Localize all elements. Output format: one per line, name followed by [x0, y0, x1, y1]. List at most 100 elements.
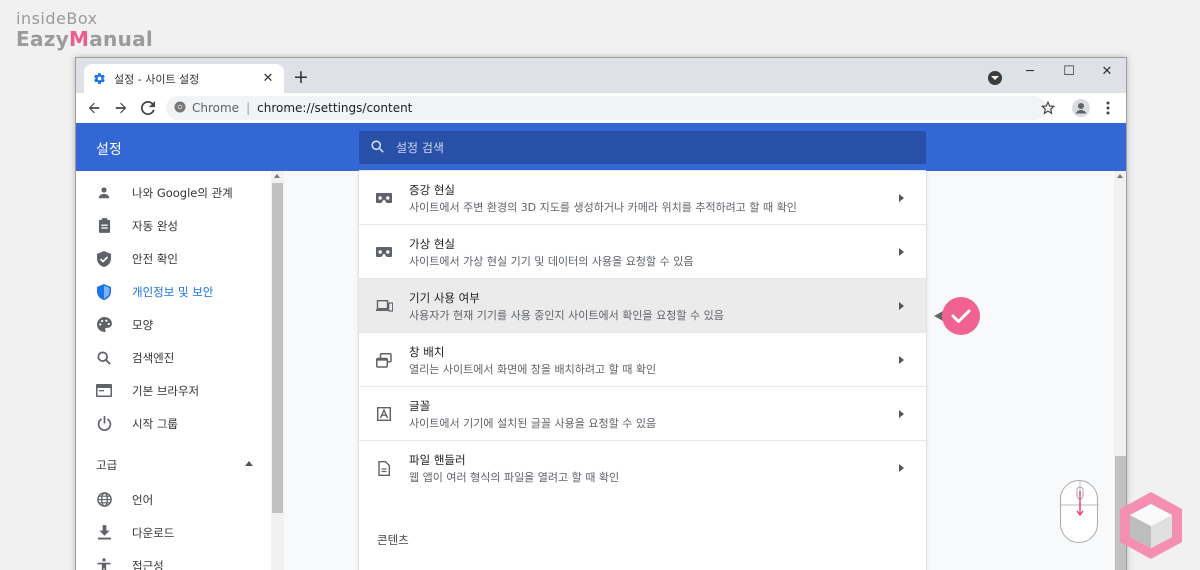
tab-search-icon[interactable] — [988, 71, 1002, 85]
settings-header: 설정 설정 검색 — [76, 123, 1126, 171]
section-heading-content: 콘텐츠 — [377, 533, 409, 547]
back-arrow-icon[interactable] — [84, 98, 104, 118]
row-window-placement[interactable]: 창 배치 열리는 사이트에서 화면에 창을 배치하려고 할 때 확인 — [359, 332, 926, 386]
search-icon — [371, 138, 384, 157]
sidebar-item-label: 자동 완성 — [132, 218, 178, 233]
row-file-handlers[interactable]: 파일 핸들러 웹 앱이 여러 형식의 파일을 열려고 할 때 확인 — [359, 440, 926, 494]
file-icon — [375, 460, 393, 476]
row-title: 가상 현실 — [409, 237, 455, 251]
chevron-right-icon — [899, 194, 904, 202]
row-subtitle: 사이트에서 가상 현실 기기 및 데이터의 사용을 요청할 수 있음 — [409, 255, 694, 268]
scroll-up-arrow-icon[interactable] — [274, 174, 280, 178]
vr-headset-icon — [375, 244, 393, 260]
font-icon — [375, 406, 393, 422]
sidebar-item-privacy-security[interactable]: 개인정보 및 보안 — [76, 275, 271, 308]
row-title: 파일 핸들러 — [409, 453, 466, 467]
chevron-up-icon[interactable] — [245, 461, 253, 466]
settings-card: 증강 현실 사이트에서 주변 환경의 3D 지도를 생성하거나 카메라 위치를 … — [359, 170, 926, 570]
scroll-up-arrow-icon[interactable] — [1117, 174, 1123, 178]
cube-logo-icon — [1118, 490, 1184, 560]
row-fonts[interactable]: 글꼴 사이트에서 기기에 설치된 글꼴 사용을 요청할 수 있음 — [359, 386, 926, 440]
tab-title: 설정 - 사이트 설정 — [114, 72, 200, 86]
chevron-right-icon — [899, 464, 904, 472]
more-menu-icon[interactable] — [1098, 98, 1118, 118]
tab-strip: 설정 - 사이트 설정 ✕ + ─ ☐ ✕ — [76, 58, 1126, 93]
tab-settings[interactable]: 설정 - 사이트 설정 ✕ — [84, 64, 284, 93]
sidebar-item-autofill[interactable]: 자동 완성 — [76, 209, 271, 242]
browser-icon — [96, 383, 112, 399]
url-text: chrome://settings/content — [257, 101, 413, 115]
sidebar-item-label: 시작 그룹 — [132, 416, 178, 431]
devices-icon — [375, 298, 393, 314]
row-subtitle: 웹 앱이 여러 형식의 파일을 열려고 할 때 확인 — [409, 471, 620, 484]
tab-close-icon[interactable]: ✕ — [260, 71, 276, 86]
sidebar-item-label: 개인정보 및 보안 — [132, 284, 214, 299]
person-icon — [96, 185, 112, 201]
settings-search-input[interactable]: 설정 검색 — [359, 131, 926, 164]
row-title: 글꼴 — [409, 399, 431, 413]
row-virtual-reality[interactable]: 가상 현실 사이트에서 가상 현실 기기 및 데이터의 사용을 요청할 수 있음 — [359, 224, 926, 278]
sidebar-item-safety-check[interactable]: 안전 확인 — [76, 242, 271, 275]
row-subtitle: 사이트에서 기기에 설치된 글꼴 사용을 요청할 수 있음 — [409, 417, 657, 430]
accessibility-icon — [96, 558, 112, 570]
row-subtitle: 사용자가 현재 기기를 사용 중인지 사이트에서 확인을 요청할 수 있음 — [409, 309, 724, 322]
search-placeholder: 설정 검색 — [396, 141, 444, 155]
window-close-button[interactable]: ✕ — [1088, 58, 1126, 84]
sidebar-item-downloads[interactable]: 다운로드 — [76, 516, 271, 549]
vr-headset-icon — [375, 190, 393, 206]
sidebar-item-on-startup[interactable]: 시작 그룹 — [76, 407, 271, 440]
sidebar-item-languages[interactable]: 언어 — [76, 483, 271, 516]
search-icon — [96, 350, 112, 366]
profile-avatar-icon[interactable] — [1071, 98, 1091, 118]
sidebar-item-label: 다운로드 — [132, 525, 175, 540]
window-placement-icon — [375, 352, 393, 368]
sidebar-item-appearance[interactable]: 모양 — [76, 308, 271, 341]
sidebar: 나와 Google의 관계 자동 완성 안전 확인 개인정보 및 보안 모양 검… — [76, 171, 284, 570]
sidebar-item-search-engine[interactable]: 검색엔진 — [76, 341, 271, 374]
sidebar-item-label: 검색엔진 — [132, 350, 175, 365]
sidebar-item-accessibility[interactable]: 접근성 — [76, 549, 271, 570]
toolbar: Chrome | chrome://settings/content — [76, 93, 1126, 123]
row-title: 기기 사용 여부 — [409, 291, 480, 305]
chevron-right-icon — [899, 356, 904, 364]
gear-icon — [92, 72, 106, 86]
sidebar-item-label: 접근성 — [132, 558, 164, 570]
forward-arrow-icon[interactable] — [111, 98, 131, 118]
row-title: 증강 현실 — [409, 183, 455, 197]
sidebar-item-label: 모양 — [132, 317, 154, 332]
address-bar[interactable]: Chrome | chrome://settings/content — [166, 96, 1046, 120]
main-content: 증강 현실 사이트에서 주변 환경의 3D 지도를 생성하거나 카메라 위치를 … — [284, 170, 1114, 570]
mouse-scroll-icon — [1060, 480, 1099, 543]
sidebar-item-label: 기본 브라우저 — [132, 383, 200, 398]
new-tab-button[interactable]: + — [291, 67, 311, 87]
bookmark-star-icon[interactable] — [1038, 98, 1058, 118]
maximize-button[interactable]: ☐ — [1050, 58, 1088, 84]
shield-icon — [96, 283, 112, 300]
reload-icon[interactable] — [138, 98, 158, 118]
watermark-line1: insideBox — [16, 9, 98, 28]
sidebar-item-label: 안전 확인 — [132, 251, 178, 266]
sidebar-item-you-and-google[interactable]: 나와 Google의 관계 — [76, 176, 271, 209]
row-subtitle: 열리는 사이트에서 화면에 창을 배치하려고 할 때 확인 — [409, 363, 657, 376]
row-title: 창 배치 — [409, 345, 445, 359]
row-device-use[interactable]: 기기 사용 여부 사용자가 현재 기기를 사용 중인지 사이트에서 확인을 요청… — [359, 278, 926, 332]
palette-icon — [96, 317, 112, 333]
row-augmented-reality[interactable]: 증강 현실 사이트에서 주변 환경의 3D 지도를 생성하거나 카메라 위치를 … — [359, 170, 926, 224]
sidebar-scrollbar[interactable] — [271, 171, 284, 570]
watermark-logo: insideBox EazyManual — [16, 9, 154, 51]
page-title: 설정 — [96, 142, 122, 158]
chevron-right-icon — [899, 302, 904, 310]
address-separator: | — [246, 101, 251, 115]
row-subtitle: 사이트에서 주변 환경의 3D 지도를 생성하거나 카메라 위치를 추적하려고 … — [409, 201, 797, 214]
power-icon — [96, 416, 112, 432]
sidebar-scrollbar-thumb[interactable] — [272, 183, 283, 513]
watermark-line2: EazyManual — [16, 27, 154, 51]
sidebar-item-label: 나와 Google의 관계 — [132, 185, 233, 200]
sidebar-item-default-browser[interactable]: 기본 브라우저 — [76, 374, 271, 407]
minimize-button[interactable]: ─ — [1011, 58, 1049, 84]
shield-check-icon — [96, 250, 112, 267]
advanced-section-toggle[interactable]: 고급 — [96, 457, 117, 473]
checkmark-badge-icon — [942, 297, 980, 335]
download-icon — [96, 525, 112, 541]
site-label: Chrome — [192, 101, 240, 115]
